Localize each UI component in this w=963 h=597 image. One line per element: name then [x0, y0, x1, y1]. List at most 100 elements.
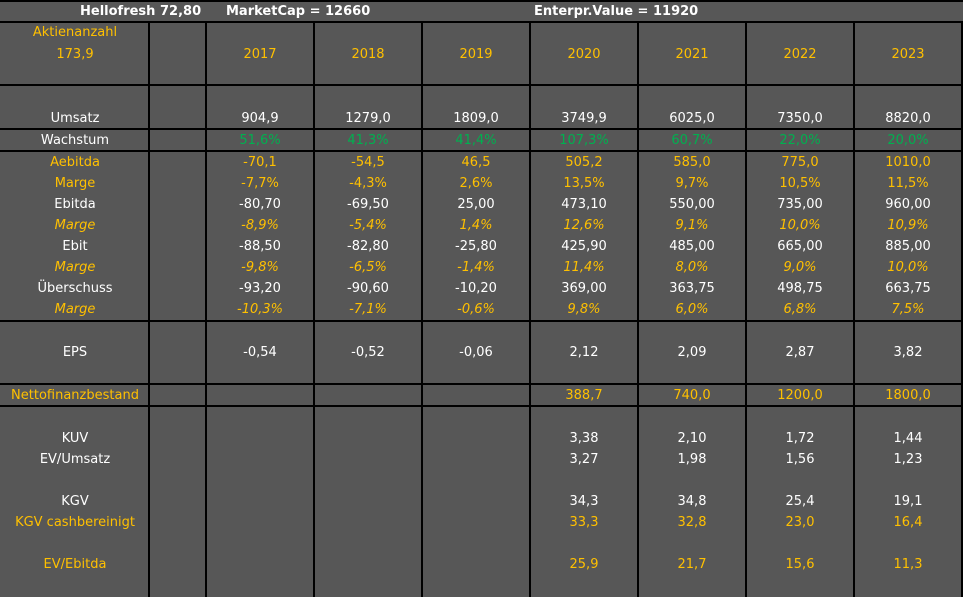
table-cell [207, 512, 313, 533]
table-cell: -10,3% [237, 302, 283, 317]
table-cell: 1,56 [785, 452, 815, 467]
table-cell: 1,98 [677, 452, 707, 467]
year-header: 2020 [567, 47, 601, 62]
enterprise-value: Enterpr.Value = 11920 [534, 4, 699, 19]
table-cell [423, 554, 529, 575]
table-cell: 1010,0 [885, 155, 931, 170]
table-cell: 3,38 [569, 431, 599, 446]
table-cell: 2,87 [785, 345, 815, 360]
table-cell: -25,80 [455, 239, 497, 254]
table-cell: 585,0 [673, 155, 711, 170]
table-cell [315, 512, 421, 533]
table-cell [315, 449, 421, 470]
table-cell: 9,7% [675, 176, 709, 191]
share-price: 72,80 [160, 4, 202, 19]
table-cell: 41,4% [455, 133, 497, 148]
table-cell [315, 491, 421, 512]
table-cell: 51,6% [239, 133, 281, 148]
table-cell: 7,5% [891, 302, 925, 317]
table-cell: 9,0% [783, 260, 817, 275]
row-label: Ebit [62, 239, 88, 254]
table-cell: 3,27 [569, 452, 599, 467]
table-cell: 1,23 [893, 452, 923, 467]
row-label: Marge [54, 218, 96, 233]
table-cell: 904,9 [241, 111, 279, 126]
year-header: 2023 [891, 47, 925, 62]
table-cell: 8,0% [675, 260, 709, 275]
table-cell: -8,9% [241, 218, 279, 233]
table-cell: 25,4 [785, 494, 815, 509]
table-cell: 46,5 [461, 155, 491, 170]
table-cell: 16,4 [893, 515, 923, 530]
table-cell: 2,12 [569, 345, 599, 360]
table-cell: -6,5% [349, 260, 387, 275]
table-cell [207, 449, 313, 470]
table-cell: -69,50 [347, 197, 389, 212]
table-cell: 775,0 [781, 155, 819, 170]
table-cell: 7350,0 [777, 111, 823, 126]
row-divider [0, 320, 963, 322]
row-label: EPS [62, 345, 88, 360]
table-cell: 11,4% [563, 260, 605, 275]
table-cell: 15,6 [785, 557, 815, 572]
table-cell [423, 512, 529, 533]
row-label: Nettofinanzbestand [11, 388, 139, 403]
table-cell: 34,3 [569, 494, 599, 509]
table-cell: 13,5% [563, 176, 605, 191]
table-cell: 740,0 [673, 388, 711, 403]
table-cell: 11,5% [887, 176, 929, 191]
shares-label: Aktienanzahl [32, 25, 118, 40]
table-cell: 10,0% [779, 218, 821, 233]
table-cell: 425,90 [561, 239, 607, 254]
table-cell: 21,7 [677, 557, 707, 572]
shares-value: 173,9 [56, 47, 94, 62]
table-cell: 505,2 [565, 155, 603, 170]
table-cell: 9,1% [675, 218, 709, 233]
table-cell [423, 491, 529, 512]
table-cell: -0,06 [459, 345, 493, 360]
table-cell: 107,3% [559, 133, 609, 148]
year-header: 2022 [783, 47, 817, 62]
table-cell: 6,8% [783, 302, 817, 317]
row-label: KGV [61, 494, 89, 509]
table-cell: 665,00 [777, 239, 823, 254]
table-cell: -7,1% [349, 302, 387, 317]
table-cell [207, 491, 313, 512]
table-cell: 23,0 [785, 515, 815, 530]
row-label: Marge [54, 302, 96, 317]
table-cell: -82,80 [347, 239, 389, 254]
table-cell: 2,6% [459, 176, 493, 191]
table-cell: 1,72 [785, 431, 815, 446]
row-label: EV/Umsatz [39, 452, 111, 467]
table-cell: 3,82 [893, 345, 923, 360]
table-cell: -70,1 [243, 155, 277, 170]
table-cell: -54,5 [351, 155, 385, 170]
table-cell: -0,52 [351, 345, 385, 360]
table-cell: 8820,0 [885, 111, 931, 126]
table-cell [315, 428, 421, 449]
row-label: Überschuss [37, 281, 113, 296]
table-cell: 735,00 [777, 197, 823, 212]
year-header: 2018 [351, 47, 385, 62]
table-cell: 6,0% [675, 302, 709, 317]
row-label: KGV cashbereinigt [15, 515, 135, 530]
company-name: Hellofresh [80, 4, 156, 19]
table-cell: 2,10 [677, 431, 707, 446]
row-label: Wachstum [40, 133, 110, 148]
table-cell [207, 428, 313, 449]
year-header: 2021 [675, 47, 709, 62]
row-label: Ebitda [54, 197, 96, 212]
table-cell: 363,75 [669, 281, 715, 296]
table-cell: -0,54 [243, 345, 277, 360]
table-cell: 1,4% [459, 218, 493, 233]
table-cell: -7,7% [241, 176, 279, 191]
table-cell: 41,3% [347, 133, 389, 148]
table-cell: 1,44 [893, 431, 923, 446]
table-cell: 1809,0 [453, 111, 499, 126]
table-cell: -9,8% [241, 260, 279, 275]
table-cell: -4,3% [349, 176, 387, 191]
table-cell: 32,8 [677, 515, 707, 530]
table-cell: 33,3 [569, 515, 599, 530]
table-cell [207, 385, 313, 406]
row-label: Marge [54, 176, 96, 191]
